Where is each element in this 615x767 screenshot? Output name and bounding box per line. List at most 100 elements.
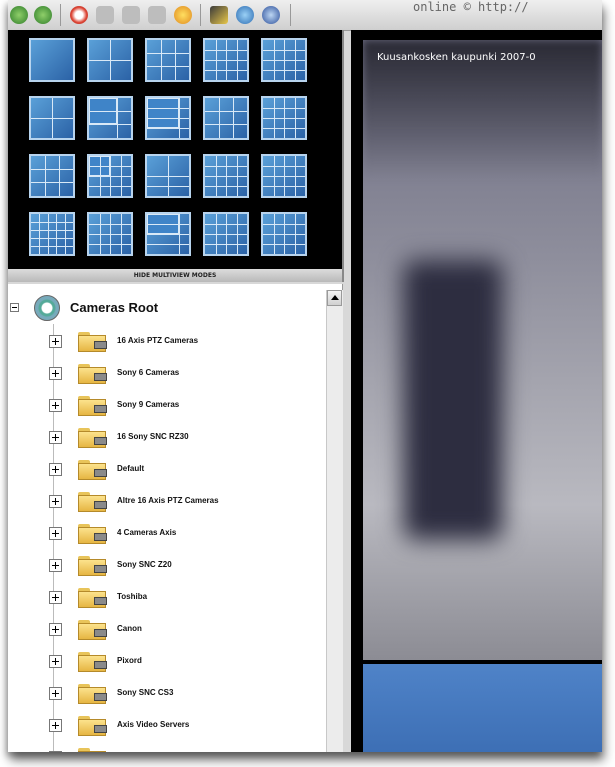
multiview-mode-4x4-button[interactable] (261, 212, 307, 256)
plugin-icon[interactable] (122, 6, 140, 24)
multiview-mode-4x4-button[interactable] (203, 212, 249, 256)
multiview-mode-4x4-button[interactable] (203, 154, 249, 198)
toolbar-separator (200, 4, 201, 26)
expand-icon[interactable] (49, 655, 62, 668)
multiview-mode-4x4-button[interactable] (261, 38, 307, 82)
tree-item[interactable]: Altre 16 Axis PTZ Cameras (8, 486, 318, 516)
plugin-icon[interactable] (96, 6, 114, 24)
multiview-mode-4x4-button[interactable] (87, 212, 133, 256)
expand-icon[interactable] (49, 367, 62, 380)
expand-icon[interactable] (49, 399, 62, 412)
mode-grid-line (89, 186, 131, 187)
multiview-mode-2x2-button[interactable] (87, 38, 133, 82)
plugin-icon[interactable] (34, 6, 52, 24)
multiview-mode-3x3-button[interactable] (145, 38, 191, 82)
tree-item[interactable]: Sony SNC Z20 (8, 550, 318, 580)
tree-item-label: Sony 6 Cameras (117, 368, 180, 377)
tree-item[interactable]: Sony 6 Cameras (8, 358, 318, 388)
pencil-icon[interactable] (210, 6, 228, 24)
expand-icon[interactable] (49, 591, 62, 604)
speedometer-icon[interactable] (70, 6, 88, 24)
camera-folder-icon (78, 716, 108, 736)
feed-blur-shape (403, 260, 503, 540)
tree-item[interactable]: Sony SNC CS3 (8, 678, 318, 708)
camera-view: Kuusankosken kaupunki 2007-0 (351, 30, 602, 752)
tree-scrollbar[interactable] (326, 290, 343, 752)
tree-item[interactable]: 4 Cameras Axis (8, 518, 318, 548)
mode-grid-line (89, 244, 131, 245)
mode-grid-line (205, 70, 247, 71)
camera-folder-icon (78, 620, 108, 640)
tree-root[interactable]: Cameras Root (8, 294, 308, 324)
mode-grid-line (147, 244, 189, 245)
expand-icon[interactable] (49, 559, 62, 572)
mode-grid-line (89, 176, 131, 177)
url-field[interactable]: online © http:// (413, 0, 593, 18)
tree-item[interactable]: Sony 9 Cameras (8, 390, 318, 420)
multiview-grid (29, 38, 319, 264)
tree-item[interactable]: Axis 2100 (8, 742, 318, 752)
mode-grid-line (147, 108, 189, 109)
mode-grid-line (89, 166, 131, 167)
expand-icon[interactable] (49, 335, 62, 348)
mode-grid-line (31, 222, 73, 223)
multiview-mode-1+5-button[interactable] (87, 96, 133, 140)
mode-grid-line (205, 60, 247, 61)
scroll-up-arrow-icon[interactable] (327, 290, 342, 306)
hide-multiview-button[interactable]: HIDE MULTIVIEW MODES (8, 269, 342, 282)
expand-icon[interactable] (49, 687, 62, 700)
camera-folder-icon (78, 684, 108, 704)
collapse-icon[interactable] (10, 303, 19, 312)
camera-folder-icon (78, 364, 108, 384)
tree-item[interactable]: 16 Sony SNC RZ30 (8, 422, 318, 452)
multiview-mode-4x4-button[interactable] (261, 154, 307, 198)
multiview-mode-1+7-button[interactable] (145, 96, 191, 140)
plugin-icon[interactable] (10, 6, 28, 24)
mode-grid-line (263, 50, 305, 51)
mode-grid-line (89, 234, 131, 235)
tree-item[interactable]: Default (8, 454, 318, 484)
tree-item[interactable]: Pixord (8, 646, 318, 676)
multiview-mode-1+12-button[interactable] (87, 154, 133, 198)
multiview-mode-3x3-button[interactable] (29, 154, 75, 198)
tree-item-label: Axis Video Servers (117, 720, 190, 729)
tree-item[interactable]: Canon (8, 614, 318, 644)
flower-icon[interactable] (174, 6, 192, 24)
tree-item-label: Sony SNC CS3 (117, 688, 174, 697)
mode-grid-line (205, 234, 247, 235)
expand-icon[interactable] (49, 463, 62, 476)
multiview-mode-1x1-button[interactable] (29, 38, 75, 82)
tree-item[interactable]: 16 Axis PTZ Cameras (8, 326, 318, 356)
multiview-mode-5x5-button[interactable] (29, 212, 75, 256)
mode-grid-line (147, 128, 189, 129)
globe-icon[interactable] (236, 6, 254, 24)
mode-grid-line (263, 234, 305, 235)
expand-icon[interactable] (49, 527, 62, 540)
tree-item[interactable]: Axis Video Servers (8, 710, 318, 740)
multiview-mode-4x4-button[interactable] (261, 96, 307, 140)
multiview-mode-2x2-button[interactable] (29, 96, 75, 140)
expand-icon[interactable] (49, 623, 62, 636)
camera-feed[interactable]: Kuusankosken kaupunki 2007-0 (363, 40, 602, 660)
expand-icon[interactable] (49, 719, 62, 732)
document-icon[interactable] (262, 6, 280, 24)
mode-grid-line (147, 186, 189, 187)
mode-grid-line (263, 176, 305, 177)
tree-item-label: 16 Axis PTZ Cameras (117, 336, 199, 345)
plugin-icon[interactable] (148, 6, 166, 24)
mode-grid-line (147, 234, 189, 235)
tree-item[interactable]: Toshiba (8, 582, 318, 612)
multiview-mode-4x4-button[interactable] (203, 38, 249, 82)
mode-grid-line (147, 118, 189, 119)
mode-main-pane (147, 98, 179, 128)
expand-icon[interactable] (49, 495, 62, 508)
multiview-mode-2x2-split-button[interactable] (145, 154, 191, 198)
mode-grid-line (263, 108, 305, 109)
expand-icon[interactable] (49, 431, 62, 444)
expand-icon[interactable] (49, 751, 62, 752)
camera-folder-icon (78, 588, 108, 608)
camera-folder-icon (78, 652, 108, 672)
mode-grid-line (160, 40, 162, 80)
multiview-mode-1+9-button[interactable] (145, 212, 191, 256)
multiview-mode-3x3-button[interactable] (203, 96, 249, 140)
